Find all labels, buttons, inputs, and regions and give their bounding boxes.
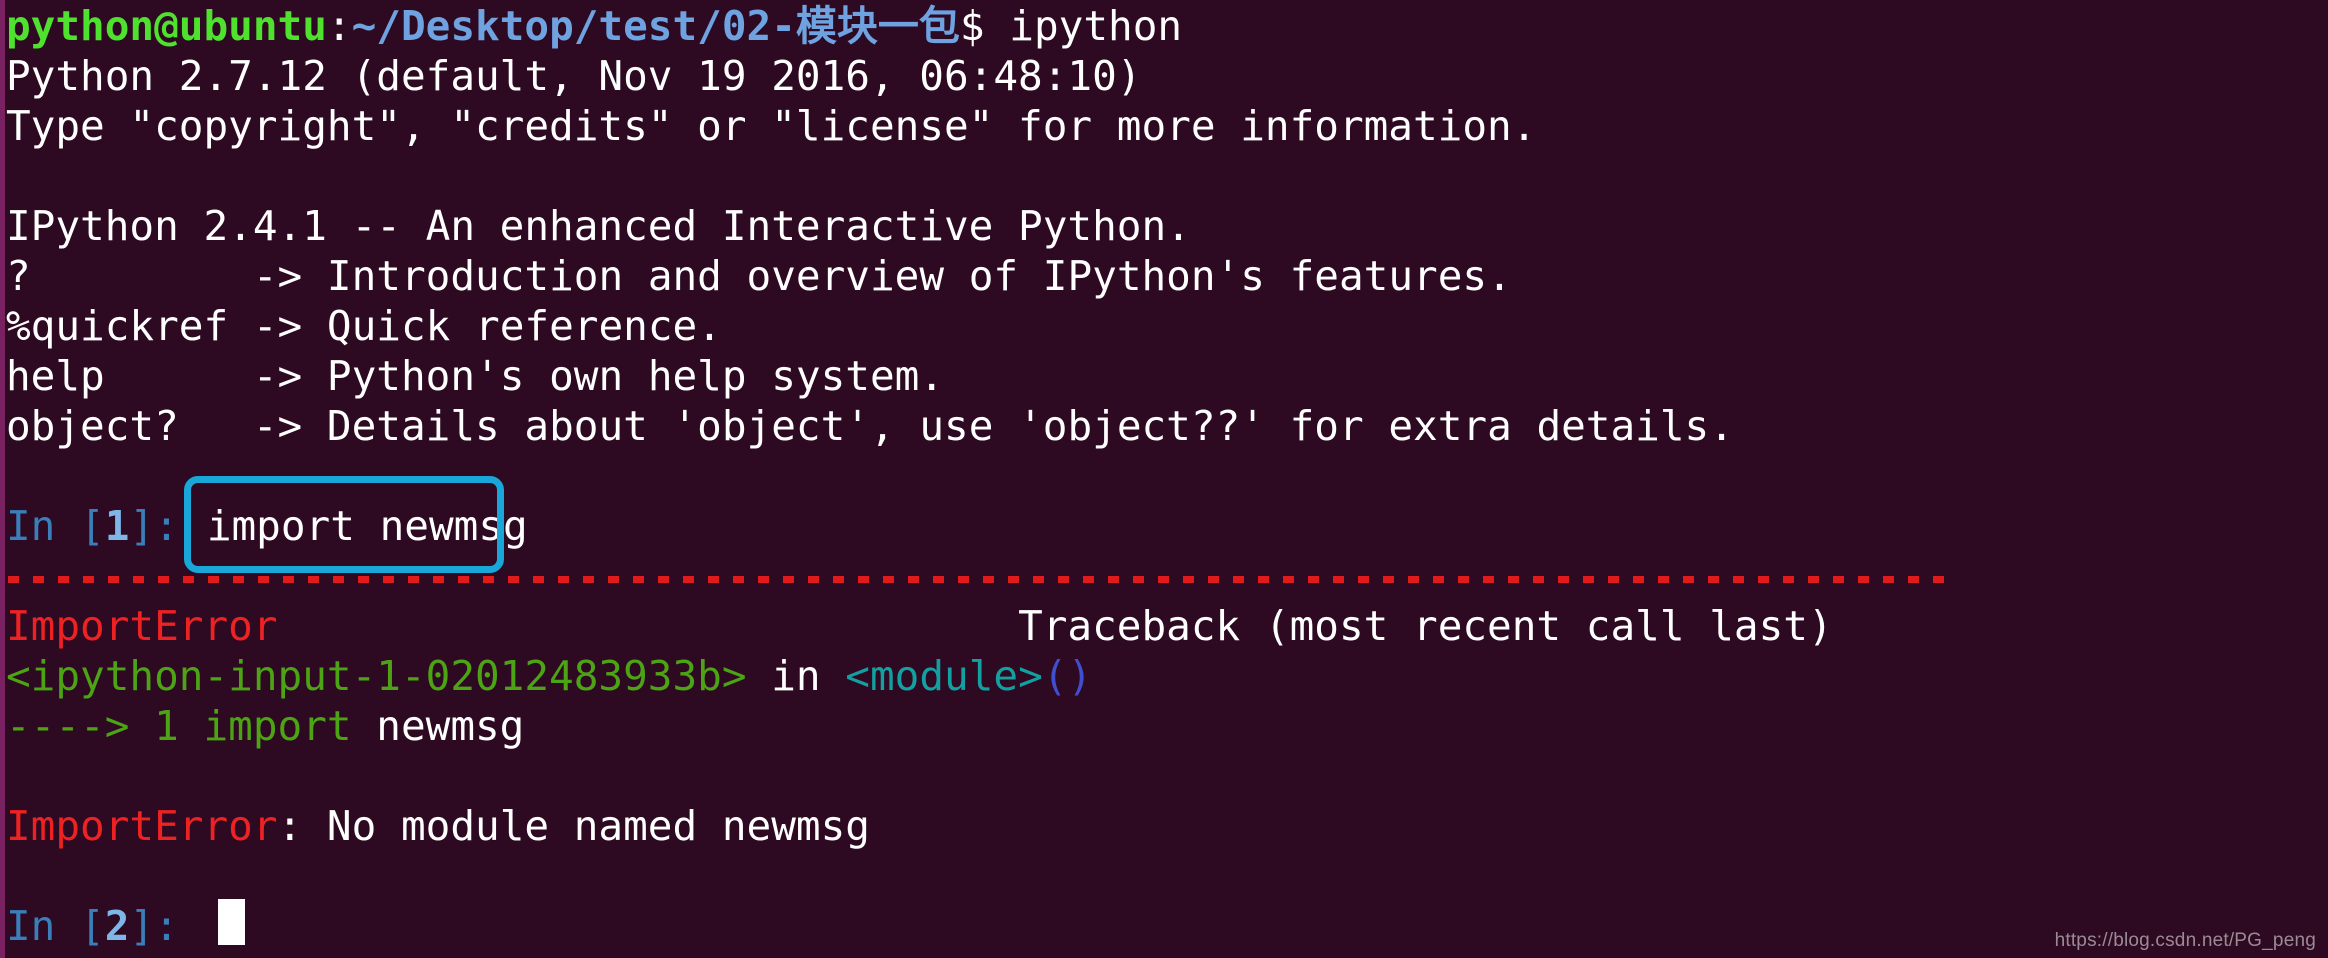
terminal-screen[interactable]: python@ubuntu:~/Desktop/test/02-模块一包$ ip… <box>6 0 2328 958</box>
in-prompt-2-open: In [ <box>6 902 105 950</box>
help-pad-help <box>105 352 253 400</box>
python-copyright-line: Type "copyright", "credits" or "license"… <box>6 101 2328 151</box>
traceback-arrow-target: newmsg <box>376 702 524 750</box>
help-row-help: help -> Python's own help system. <box>6 351 2328 401</box>
shell-prompt-line: python@ubuntu:~/Desktop/test/02-模块一包$ ip… <box>6 1 2328 51</box>
traceback-frame-file: <ipython-input-1-02012483933b> <box>6 652 747 700</box>
help-arrow-question: -> <box>253 252 327 300</box>
traceback-frame-in: in <box>747 652 846 700</box>
input-cell-2[interactable]: In [2]: <box>6 901 2328 951</box>
traceback-frame-parens: () <box>1043 652 1092 700</box>
traceback-frame-module: <module> <box>845 652 1042 700</box>
blank-line-2 <box>6 451 2328 501</box>
shell-user-host: python@ubuntu <box>6 2 327 50</box>
traceback-exception-name: ImportError <box>6 602 278 650</box>
in-prompt-1-open: In [ <box>6 502 105 550</box>
help-arrow-object: -> <box>253 402 327 450</box>
help-key-quickref: %quickref <box>6 302 228 350</box>
help-text-question: Introduction and overview of IPython's f… <box>327 252 1512 300</box>
traceback-source-line: ----> 1 import newmsg <box>6 701 2328 751</box>
help-pad-quickref <box>228 302 253 350</box>
blank-line-1 <box>6 151 2328 201</box>
help-text-help: Python's own help system. <box>327 352 944 400</box>
help-pad-object <box>179 402 253 450</box>
traceback-final-message: : No module named newmsg <box>278 802 870 850</box>
input-cell-1[interactable]: In [1]: import newmsg <box>6 501 2328 551</box>
traceback-dashed-separator <box>8 576 1958 583</box>
shell-dollar-sign: $ <box>960 2 985 50</box>
in-prompt-1-number: 1 <box>105 502 130 550</box>
in-prompt-1-close: ]: <box>129 502 178 550</box>
blank-line-4 <box>6 751 2328 801</box>
help-pad-question <box>31 252 253 300</box>
help-key-object: object? <box>6 402 179 450</box>
help-arrow-quickref: -> <box>253 302 327 350</box>
terminal-left-edge-stripe <box>0 0 5 958</box>
shell-command: ipython <box>985 2 1182 50</box>
watermark-text: https://blog.csdn.net/PG_peng <box>2055 930 2316 952</box>
blank-line-5 <box>6 851 2328 901</box>
text-cursor-block <box>218 899 245 945</box>
help-row-object: object? -> Details about 'object', use '… <box>6 401 2328 451</box>
help-row-question: ? -> Introduction and overview of IPytho… <box>6 251 2328 301</box>
traceback-final-line: ImportError: No module named newmsg <box>6 801 2328 851</box>
ipython-version-line: IPython 2.4.1 -- An enhanced Interactive… <box>6 201 2328 251</box>
terminal-window[interactable]: python@ubuntu:~/Desktop/test/02-模块一包$ ip… <box>0 0 2328 958</box>
help-key-help: help <box>6 352 105 400</box>
traceback-header-spacer <box>278 602 1019 650</box>
in-prompt-2-close: ]: <box>129 902 178 950</box>
help-row-quickref: %quickref -> Quick reference. <box>6 301 2328 351</box>
shell-working-directory: ~/Desktop/test/02-模块一包 <box>352 2 960 50</box>
traceback-header-line: ImportError Traceback (most recent call … <box>6 601 2328 651</box>
help-key-question: ? <box>6 252 31 300</box>
help-text-quickref: Quick reference. <box>327 302 722 350</box>
help-text-object: Details about 'object', use 'object??' f… <box>327 402 1734 450</box>
shell-prompt-separator: : <box>327 2 352 50</box>
in-cell-1-code[interactable]: import newmsg <box>207 502 528 550</box>
traceback-final-exception: ImportError <box>6 802 278 850</box>
in-prompt-2-number: 2 <box>105 902 130 950</box>
python-version-line: Python 2.7.12 (default, Nov 19 2016, 06:… <box>6 51 2328 101</box>
help-arrow-help: -> <box>253 352 327 400</box>
traceback-header-right: Traceback (most recent call last) <box>1018 602 1833 650</box>
traceback-arrow-marker: ----> 1 import <box>6 702 376 750</box>
traceback-frame-line: <ipython-input-1-02012483933b> in <modul… <box>6 651 2328 701</box>
